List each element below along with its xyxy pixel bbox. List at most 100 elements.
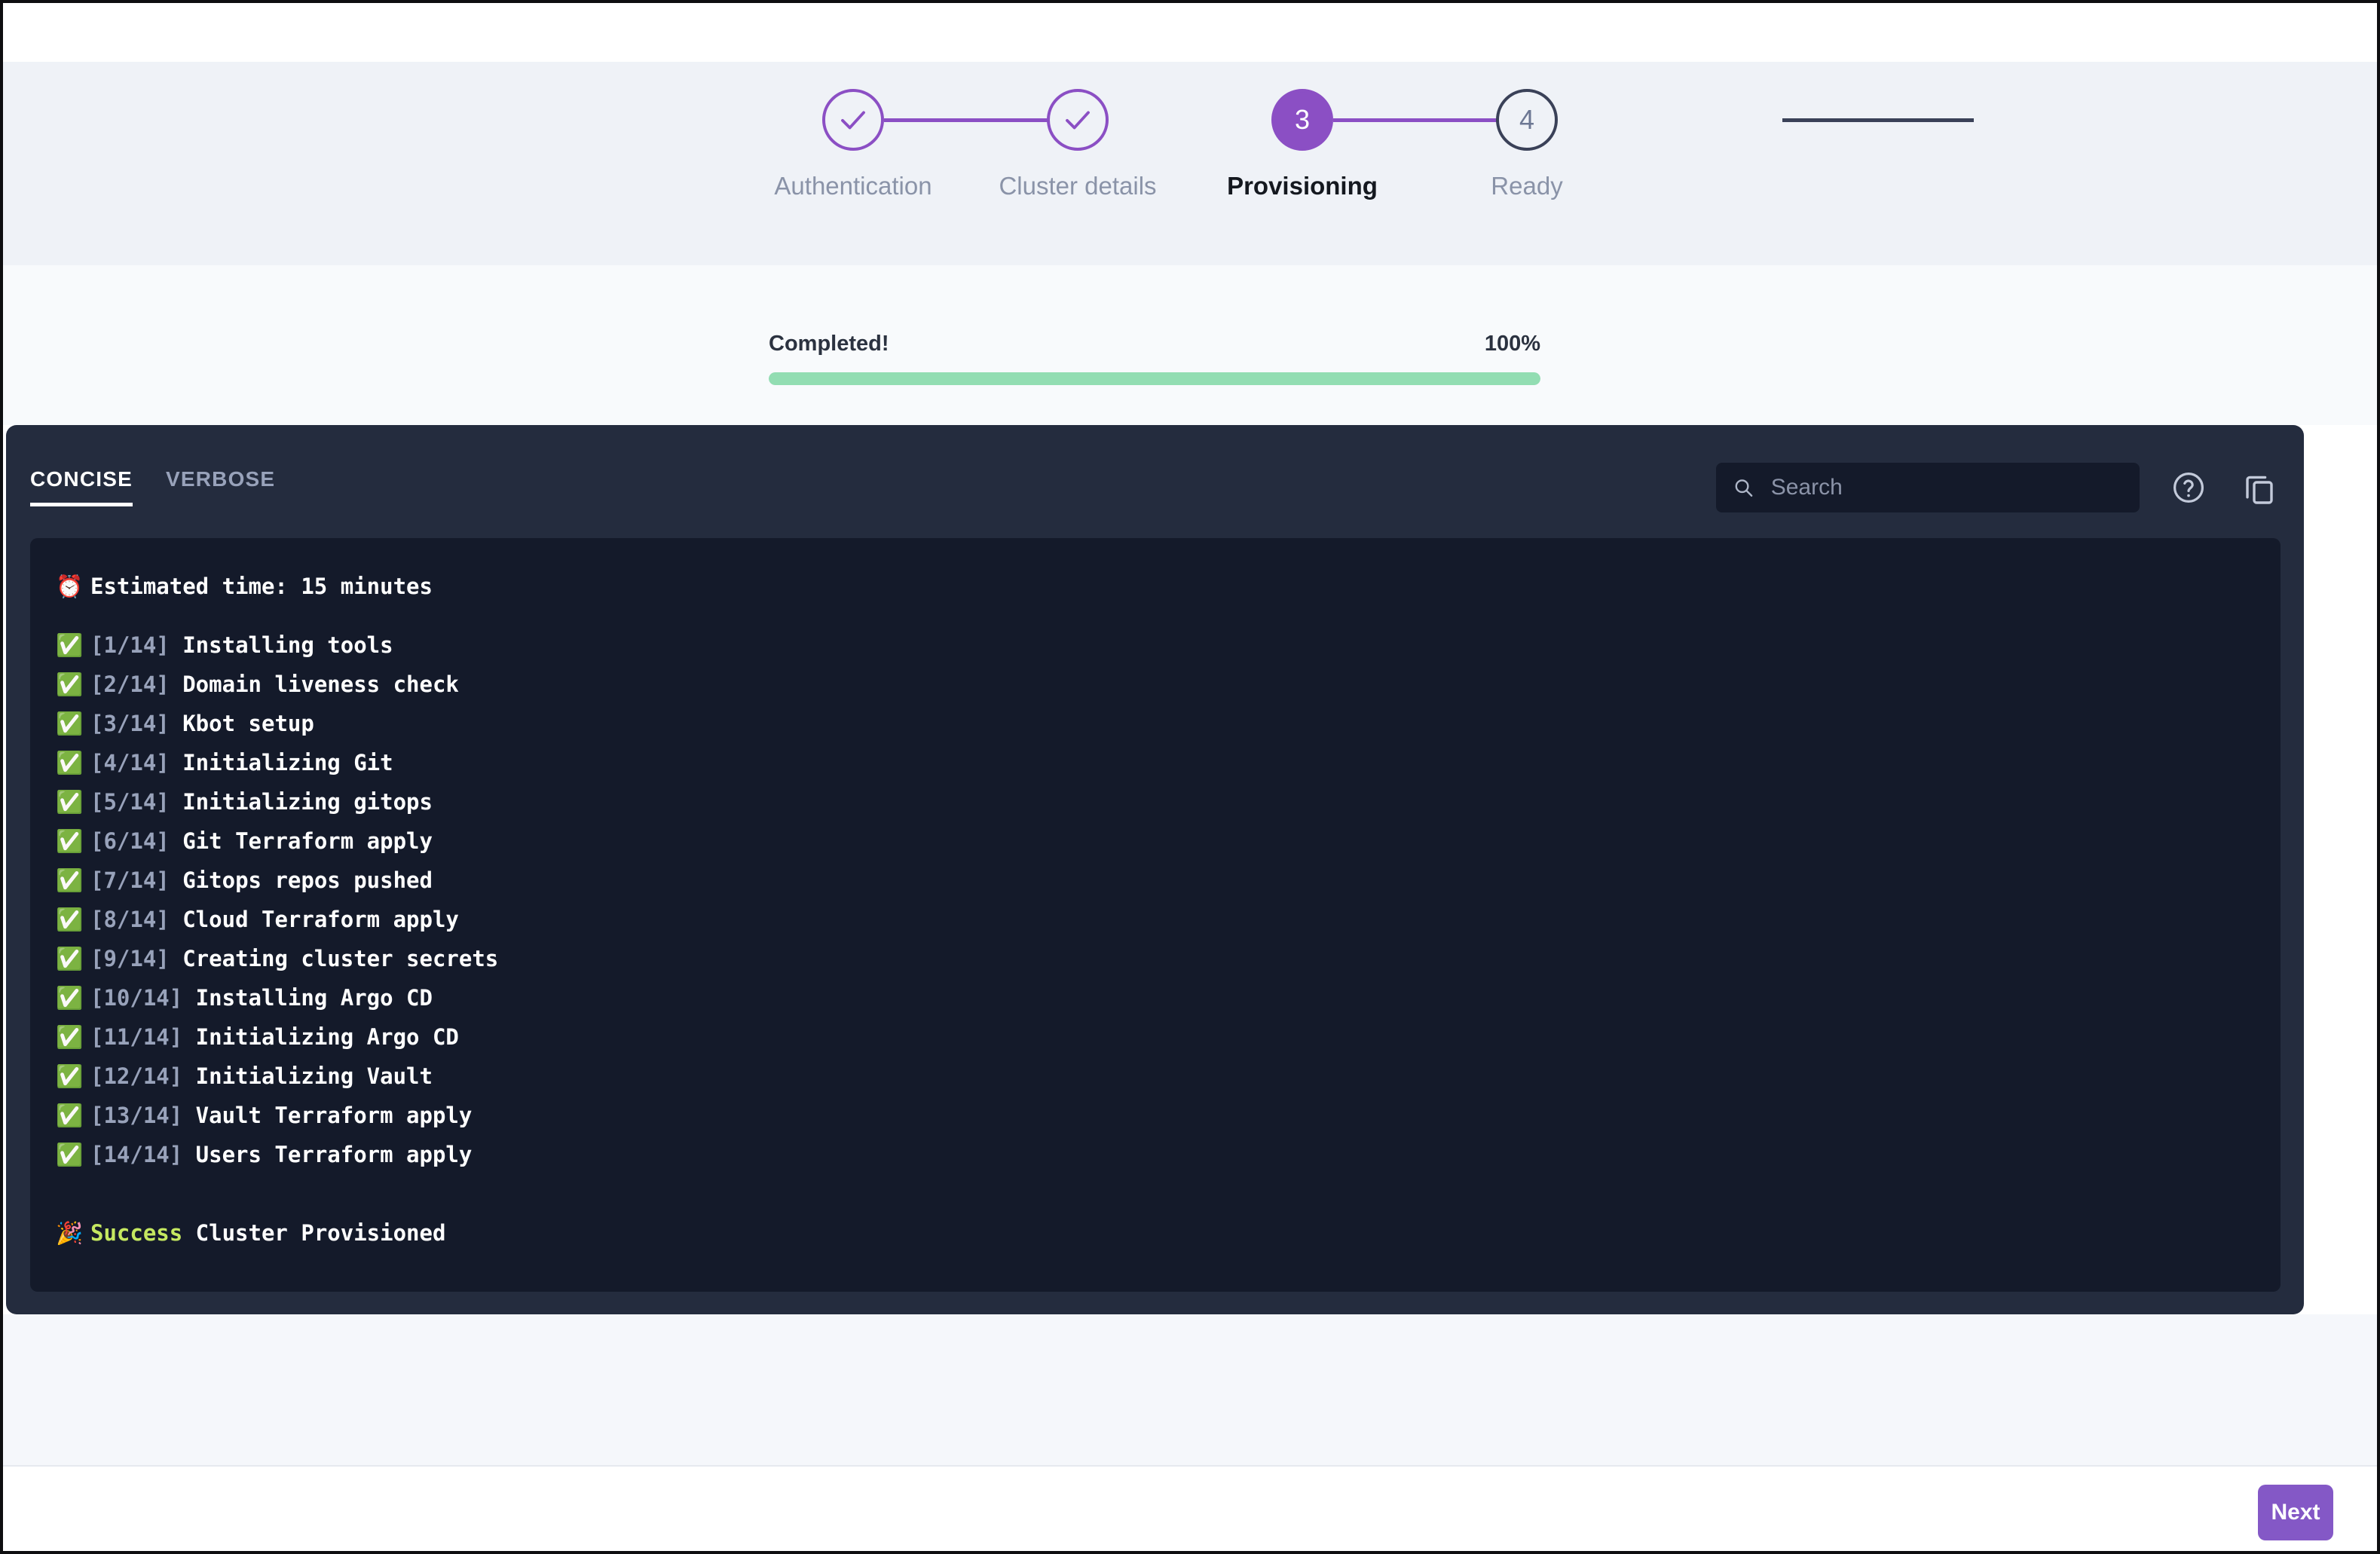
log-step-text: Kbot setup (169, 711, 314, 736)
log-step-text: Domain liveness check (169, 671, 459, 697)
step-circle-authentication (822, 89, 884, 151)
help-button[interactable] (2167, 466, 2210, 509)
next-button[interactable]: Next (2258, 1485, 2333, 1540)
log-step-counter: [14/14] (90, 1142, 183, 1167)
party-popper-icon: 🎉 (56, 1220, 84, 1246)
log-estimate-line: ⏰ Estimated time: 15 minutes (56, 567, 2255, 606)
log-step-counter: [9/14] (90, 946, 170, 971)
log-step-counter: [7/14] (90, 867, 170, 893)
footer-bar: Next (3, 1465, 2377, 1551)
step-circle-ready: 4 (1496, 89, 1558, 151)
log-estimate-text: Estimated time: 15 minutes (90, 574, 433, 599)
check-mark-icon: ✅ (56, 985, 84, 1011)
log-gap (56, 606, 2255, 626)
log-step-list: ✅ [1/14] Installing tools ✅ [2/14] Domain l… (56, 626, 2255, 1174)
help-circle-icon (2174, 473, 2204, 503)
console-panel: CONCISE VERBOSE Search ⏰ Estimated time:… (6, 425, 2304, 1314)
console-header: CONCISE VERBOSE (6, 425, 2304, 537)
provisioning-log[interactable]: ⏰ Estimated time: 15 minutes ✅ [1/14] Inst… (30, 538, 2281, 1292)
log-step-text: Initializing Argo CD (182, 1024, 459, 1050)
lower-blank-area (3, 1314, 2377, 1465)
tab-verbose[interactable]: VERBOSE (166, 467, 275, 506)
check-mark-icon: ✅ (56, 1063, 84, 1089)
log-step-counter: [6/14] (90, 828, 170, 854)
log-step-row: ✅ [2/14] Domain liveness check (56, 665, 2255, 704)
step-label-cluster-details: Cluster details (999, 172, 1157, 200)
step-label-provisioning: Provisioning (1227, 172, 1378, 200)
step-authentication[interactable]: Authentication (741, 89, 1075, 200)
check-mark-icon: ✅ (56, 671, 84, 697)
log-success-line: 🎉 Success Cluster Provisioned (56, 1213, 2255, 1253)
step-cluster-details[interactable]: Cluster details (965, 89, 1525, 200)
log-step-row: ✅ [12/14] Initializing Vault (56, 1057, 2255, 1096)
log-step-row: ✅ [4/14] Initializing Git (56, 743, 2255, 782)
progress-wrapper: Completed! 100% (769, 332, 1540, 385)
log-step-row: ✅ [7/14] Gitops repos pushed (56, 861, 2255, 900)
step-circle-cluster-details (1047, 89, 1109, 151)
log-step-row: ✅ [1/14] Installing tools (56, 626, 2255, 665)
check-icon (841, 111, 865, 130)
search-icon (1735, 479, 1753, 497)
log-step-row: ✅ [8/14] Cloud Terraform apply (56, 900, 2255, 939)
log-step-counter: [2/14] (90, 671, 170, 697)
log-step-row: ✅ [5/14] Initializing gitops (56, 782, 2255, 821)
log-gap-2 (56, 1174, 2255, 1213)
log-step-counter: [5/14] (90, 789, 170, 815)
check-icon (1066, 111, 1090, 130)
log-step-text: Gitops repos pushed (169, 867, 433, 893)
log-step-text: Vault Terraform apply (182, 1103, 473, 1128)
step-label-ready: Ready (1491, 172, 1563, 200)
check-mark-icon: ✅ (56, 789, 84, 815)
search-box[interactable] (1716, 463, 2140, 512)
log-step-text: Installing Argo CD (182, 985, 433, 1011)
progress-labels: Completed! 100% (769, 332, 1540, 356)
progress-track (769, 372, 1540, 385)
log-step-row: ✅ [10/14] Installing Argo CD (56, 978, 2255, 1017)
stepper-connector-3 (1782, 118, 1974, 122)
log-step-counter: [12/14] (90, 1063, 183, 1089)
log-step-counter: [3/14] (90, 711, 170, 736)
log-step-text: Installing tools (169, 632, 393, 658)
log-step-text: Creating cluster secrets (169, 946, 499, 971)
log-step-counter: [10/14] (90, 985, 183, 1011)
step-ready[interactable]: 4 Ready (1415, 89, 1639, 200)
log-step-row: ✅ [14/14] Users Terraform apply (56, 1135, 2255, 1174)
console-header-actions (1716, 463, 2281, 512)
log-step-text: Initializing Git (169, 750, 393, 775)
step-provisioning[interactable]: 3 Provisioning (1190, 89, 1974, 200)
check-mark-icon: ✅ (56, 1142, 84, 1167)
check-mark-icon: ✅ (56, 1024, 84, 1050)
console-tabs: CONCISE VERBOSE (30, 467, 275, 506)
log-step-counter: [11/14] (90, 1024, 183, 1050)
progress-area: Completed! 100% (3, 265, 2377, 425)
log-step-row: ✅ [11/14] Initializing Argo CD (56, 1017, 2255, 1057)
check-mark-icon: ✅ (56, 1103, 84, 1128)
progress-percent-text: 100% (1484, 332, 1540, 356)
progress-status-text: Completed! (769, 332, 889, 356)
log-step-text: Users Terraform apply (182, 1142, 473, 1167)
check-mark-icon: ✅ (56, 711, 84, 736)
app-window: Authentication Cluster details 3 Provisi… (0, 0, 2380, 1554)
stepper: Authentication Cluster details 3 Provisi… (741, 89, 1974, 200)
log-step-row: ✅ [6/14] Git Terraform apply (56, 821, 2255, 861)
log-step-counter: [13/14] (90, 1103, 183, 1128)
check-mark-icon: ✅ (56, 867, 84, 893)
check-mark-icon: ✅ (56, 632, 84, 658)
search-input[interactable] (1769, 474, 2123, 501)
log-step-row: ✅ [3/14] Kbot setup (56, 704, 2255, 743)
app-top-bar (3, 3, 2377, 62)
log-step-counter: [4/14] (90, 750, 170, 775)
log-step-row: ✅ [13/14] Vault Terraform apply (56, 1096, 2255, 1135)
step-label-authentication: Authentication (774, 172, 932, 200)
log-step-counter: [1/14] (90, 632, 170, 658)
copy-button[interactable] (2238, 466, 2281, 509)
stepper-band: Authentication Cluster details 3 Provisi… (3, 62, 2377, 265)
log-step-row: ✅ [9/14] Creating cluster secrets (56, 939, 2255, 978)
step-circle-provisioning: 3 (1271, 89, 1333, 151)
check-mark-icon: ✅ (56, 750, 84, 775)
log-step-counter: [8/14] (90, 907, 170, 932)
alarm-clock-icon: ⏰ (56, 574, 84, 599)
log-step-text: Initializing gitops (169, 789, 433, 815)
log-step-text: Initializing Vault (182, 1063, 433, 1089)
tab-concise[interactable]: CONCISE (30, 467, 133, 506)
